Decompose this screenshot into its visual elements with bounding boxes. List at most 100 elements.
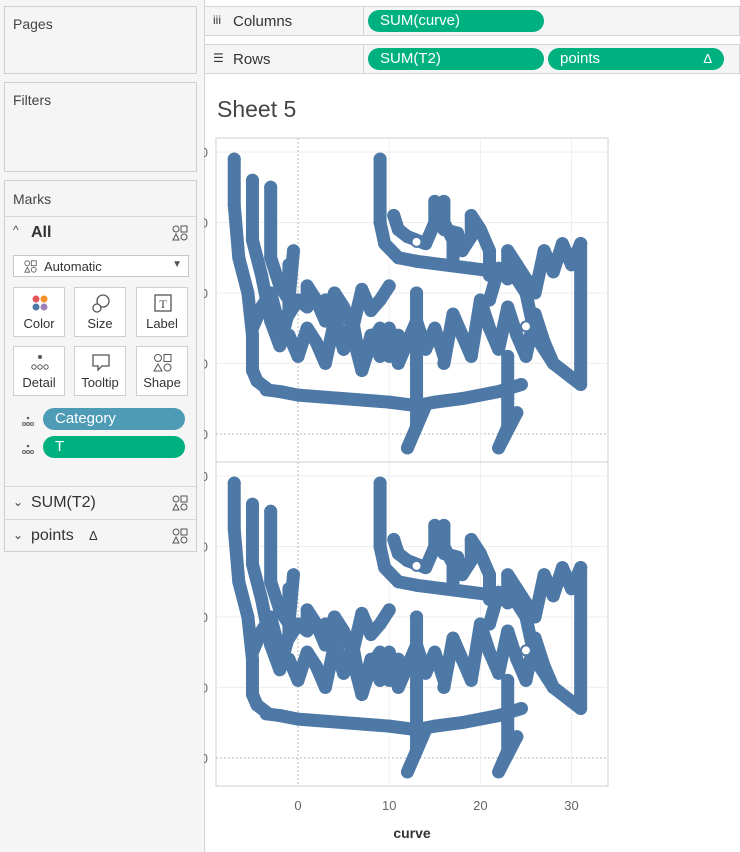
data-point bbox=[382, 321, 396, 335]
data-point bbox=[501, 744, 515, 758]
chevron-down-icon: ⌄ bbox=[13, 528, 24, 542]
data-point bbox=[428, 645, 442, 659]
data-point bbox=[382, 395, 396, 409]
data-point bbox=[282, 328, 296, 342]
rows-icon: ☰ bbox=[213, 51, 224, 65]
y-tick-label: 40 bbox=[204, 610, 208, 625]
data-point bbox=[300, 321, 314, 335]
data-point bbox=[245, 557, 259, 571]
y-tick-label: 40 bbox=[204, 286, 208, 301]
tooltip-icon bbox=[92, 354, 110, 372]
data-point bbox=[546, 356, 560, 370]
data-point bbox=[446, 307, 460, 321]
data-point bbox=[514, 702, 528, 716]
data-point bbox=[400, 765, 414, 779]
data-point bbox=[291, 712, 305, 726]
data-point bbox=[565, 582, 579, 596]
data-point bbox=[473, 293, 487, 307]
pages-title: Pages bbox=[13, 16, 53, 32]
data-point bbox=[537, 659, 551, 673]
marks-points-row[interactable]: ⌄ points Δ bbox=[5, 519, 196, 552]
data-point bbox=[501, 568, 515, 582]
marks-all-row[interactable]: ^ All bbox=[5, 216, 196, 249]
data-point bbox=[378, 237, 392, 251]
data-point bbox=[264, 575, 278, 589]
data-point bbox=[455, 716, 469, 730]
data-point bbox=[337, 716, 351, 730]
data-point bbox=[291, 388, 305, 402]
data-point bbox=[382, 719, 396, 733]
data-point bbox=[355, 687, 369, 701]
data-point bbox=[446, 631, 460, 645]
data-point bbox=[264, 286, 278, 300]
marks-sum-t2-row[interactable]: ⌄ SUM(T2) bbox=[5, 486, 196, 519]
detail-button[interactable]: Detail bbox=[13, 346, 65, 396]
size-button[interactable]: Size bbox=[74, 287, 126, 337]
marks-points-label: points bbox=[31, 527, 74, 544]
data-point bbox=[464, 261, 478, 275]
data-point bbox=[273, 709, 287, 723]
data-point bbox=[382, 645, 396, 659]
data-point bbox=[255, 300, 269, 314]
data-point bbox=[264, 504, 278, 518]
data-point bbox=[574, 561, 588, 575]
data-point bbox=[519, 673, 533, 687]
rows-shelf: ☰ Rows SUM(T2) points Δ bbox=[204, 44, 740, 74]
data-point bbox=[482, 321, 496, 335]
data-point bbox=[282, 631, 296, 645]
data-point bbox=[318, 356, 332, 370]
chevron-up-icon[interactable]: ^ bbox=[13, 223, 19, 237]
data-point bbox=[232, 251, 246, 265]
data-point bbox=[574, 378, 588, 392]
data-point bbox=[309, 335, 323, 349]
data-point bbox=[309, 659, 323, 673]
points-pill-label: points bbox=[560, 50, 601, 67]
data-point bbox=[446, 578, 460, 592]
data-point bbox=[373, 540, 387, 554]
points-pill[interactable]: points Δ bbox=[548, 48, 724, 70]
y-tick-label: 20 bbox=[204, 356, 208, 371]
data-point bbox=[337, 666, 351, 680]
detail-icon bbox=[31, 355, 49, 370]
data-point bbox=[501, 596, 515, 610]
data-point bbox=[528, 286, 542, 300]
data-point bbox=[528, 307, 542, 321]
data-point bbox=[451, 226, 465, 240]
data-point bbox=[537, 568, 551, 582]
data-point bbox=[391, 356, 405, 370]
hollow-data-point bbox=[410, 559, 423, 572]
data-point bbox=[555, 561, 569, 575]
data-point bbox=[227, 522, 241, 536]
svg-text:T: T bbox=[159, 297, 167, 311]
data-point bbox=[574, 237, 588, 251]
data-point bbox=[391, 251, 405, 265]
data-point bbox=[318, 293, 332, 307]
shelf-divider bbox=[363, 7, 364, 35]
data-point bbox=[300, 645, 314, 659]
label-button[interactable]: T Label bbox=[136, 287, 188, 337]
data-point bbox=[501, 392, 515, 406]
filters-card[interactable]: Filters bbox=[4, 82, 197, 172]
pages-card[interactable]: Pages bbox=[4, 6, 197, 74]
t-field-pill[interactable]: T bbox=[43, 436, 185, 458]
category-field-pill[interactable]: Category bbox=[43, 408, 185, 430]
columns-label: Columns bbox=[233, 13, 293, 30]
label-icon: T bbox=[154, 294, 172, 312]
marks-title: Marks bbox=[13, 191, 52, 207]
shape-button[interactable]: Shape bbox=[136, 346, 188, 396]
data-point bbox=[232, 575, 246, 589]
sum-t2-pill[interactable]: SUM(T2) bbox=[368, 48, 544, 70]
sum-curve-pill[interactable]: SUM(curve) bbox=[368, 10, 544, 32]
mark-type-dropdown[interactable]: Automatic ▼ bbox=[13, 255, 189, 277]
data-point bbox=[259, 383, 273, 397]
data-point bbox=[227, 198, 241, 212]
data-point bbox=[318, 617, 332, 631]
data-point bbox=[437, 680, 451, 694]
color-button[interactable]: Color bbox=[13, 287, 65, 337]
data-point bbox=[337, 342, 351, 356]
data-point bbox=[328, 631, 342, 645]
data-point bbox=[286, 568, 300, 582]
tooltip-button[interactable]: Tooltip bbox=[74, 346, 126, 396]
data-point bbox=[410, 610, 424, 624]
y-tick-label: 80 bbox=[204, 145, 208, 160]
